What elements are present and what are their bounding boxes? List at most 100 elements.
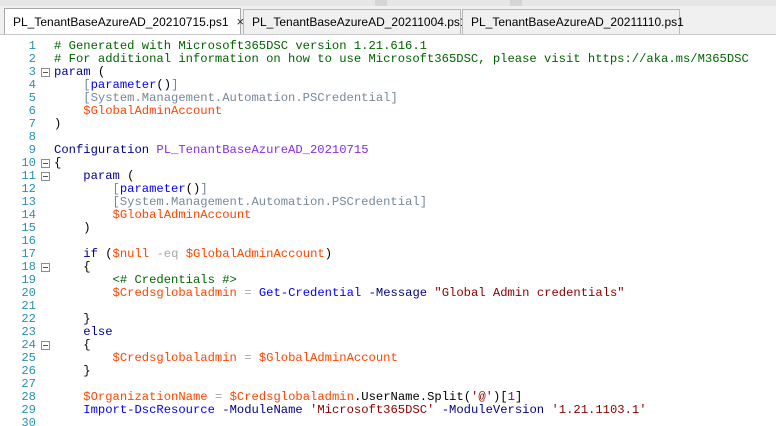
code-token-op: =: [244, 351, 252, 365]
code-line[interactable]: 25 $Credsglobaladmin = $GlobalAdminAccou…: [0, 352, 776, 365]
code-text: if ($null -eq $GlobalAdminAccount): [54, 248, 332, 261]
code-token-plain: ]: [514, 390, 523, 404]
code-token-cmd: Import-DscResource: [83, 403, 215, 417]
strip-gap: [510, 0, 522, 6]
code-line[interactable]: 26 }: [0, 365, 776, 378]
code-line[interactable]: 6 $GlobalAdminAccount: [0, 105, 776, 118]
code-token-var: $GlobalAdminAccount: [83, 104, 223, 118]
code-text: $Credsglobaladmin = Get-Credential -Mess…: [54, 287, 625, 300]
code-text: $Credsglobaladmin = $GlobalAdminAccount: [54, 352, 398, 365]
code-text: Configuration PL_TenantBaseAzureAD_20210…: [54, 144, 369, 157]
code-editor[interactable]: 1 # Generated with Microsoft365DSC versio…: [0, 34, 776, 426]
code-text: $GlobalAdminAccount: [54, 105, 222, 118]
code-token-type: [System.Management.Automation.PSCredenti…: [112, 195, 428, 209]
code-token-var: $GlobalAdminAccount: [185, 247, 325, 261]
code-token-comment: <# Credentials #>: [112, 273, 237, 287]
code-token-name: PL_TenantBaseAzureAD_20210715: [156, 143, 369, 157]
code-token-type: [: [112, 182, 120, 196]
code-token-op: =: [244, 286, 252, 300]
code-token-type: ]: [200, 182, 208, 196]
code-line[interactable]: 7): [0, 118, 776, 131]
code-text: # For additional information on how to u…: [54, 53, 749, 66]
code-token-member: Split: [427, 390, 464, 404]
code-token-type: [: [83, 78, 91, 92]
code-token-var: $GlobalAdminAccount: [258, 351, 398, 365]
tab-bar: PL_TenantBaseAzureAD_20210715.ps1 × PL_T…: [0, 0, 776, 34]
code-token-string: '1.21.1103.1': [551, 403, 647, 417]
code-token-keyword: else: [83, 325, 113, 339]
tab-label: PL_TenantBaseAzureAD_20210715.ps1: [13, 14, 229, 29]
code-token-plain: (: [463, 390, 472, 404]
code-token-number: 1: [507, 390, 515, 404]
code-token-keyword: Configuration: [54, 143, 150, 157]
code-token-plain: (: [97, 247, 113, 261]
code-token-var: $Credsglobaladmin: [229, 390, 354, 404]
code-line[interactable]: 23 else: [0, 326, 776, 339]
code-token-plain: ): [54, 117, 62, 131]
code-token-string: "Global Admin credentials": [434, 286, 625, 300]
tab-pl-tenantbaseazuread-20210715[interactable]: PL_TenantBaseAzureAD_20210715.ps1 ×: [4, 8, 244, 34]
code-token-plain: {: [54, 338, 91, 352]
collapse-icon[interactable]: [41, 159, 50, 168]
code-line[interactable]: 22 }: [0, 313, 776, 326]
code-token-param: -ModuleVersion: [441, 403, 545, 417]
collapse-icon[interactable]: [41, 172, 50, 181]
code-line[interactable]: 29 Import-DscResource -ModuleName 'Micro…: [0, 404, 776, 417]
code-token-plain: {: [54, 156, 62, 170]
code-line[interactable]: 30: [0, 417, 776, 426]
strip-gap: [375, 0, 387, 6]
code-token-cmd: parameter: [119, 182, 186, 196]
code-line[interactable]: 2 # For additional information on how to …: [0, 53, 776, 66]
code-token-var: $null: [112, 247, 150, 261]
tab-pl-tenantbaseazuread-20211110[interactable]: PL_TenantBaseAzureAD_20211110.ps1: [462, 9, 684, 34]
code-token-var: $GlobalAdminAccount: [112, 208, 252, 222]
tab-label: PL_TenantBaseAzureAD_20211110.ps1: [471, 15, 684, 29]
code-token-plain: (): [156, 78, 172, 92]
code-line[interactable]: 15 ): [0, 222, 776, 235]
code-token-comment: # For additional information on how to u…: [54, 52, 749, 66]
code-token-plain: (: [90, 65, 106, 79]
code-line[interactable]: 17 if ($null -eq $GlobalAdminAccount): [0, 248, 776, 261]
code-line[interactable]: 9 Configuration PL_TenantBaseAzureAD_2021…: [0, 144, 776, 157]
code-token-keyword: param: [54, 65, 91, 79]
collapse-icon[interactable]: [41, 68, 50, 77]
tab-pl-tenantbaseazuread-20211004[interactable]: PL_TenantBaseAzureAD_20211004.ps1: [243, 9, 467, 34]
line-number: 30: [21, 416, 36, 426]
code-token-plain: }: [54, 364, 91, 378]
code-text: }: [54, 364, 91, 378]
collapse-icon[interactable]: [41, 263, 50, 272]
code-line[interactable]: 14 $GlobalAdminAccount: [0, 209, 776, 222]
code-token-plain: .: [419, 390, 428, 404]
code-token-plain: (: [119, 169, 135, 183]
code-token-param: -Message: [368, 286, 428, 300]
code-line[interactable]: 21: [0, 300, 776, 313]
code-token-plain: ): [54, 221, 91, 235]
code-token-string: 'Microsoft365DSC': [310, 403, 435, 417]
code-token-string: '@': [471, 390, 493, 404]
code-token-op: -eq: [156, 247, 179, 261]
collapse-icon[interactable]: [41, 341, 50, 350]
code-token-plain: (): [185, 182, 201, 196]
tab-label: PL_TenantBaseAzureAD_20211004.ps1: [252, 15, 467, 29]
tab-bar-top-strip: [0, 0, 776, 6]
code-token-type: [System.Management.Automation.PSCredenti…: [83, 91, 398, 105]
code-token-type: ]: [171, 78, 179, 92]
code-token-plain: {: [54, 260, 91, 274]
code-line[interactable]: 20 $Credsglobaladmin = Get-Credential -M…: [0, 287, 776, 300]
code-token-var: $Credsglobaladmin: [112, 351, 237, 365]
